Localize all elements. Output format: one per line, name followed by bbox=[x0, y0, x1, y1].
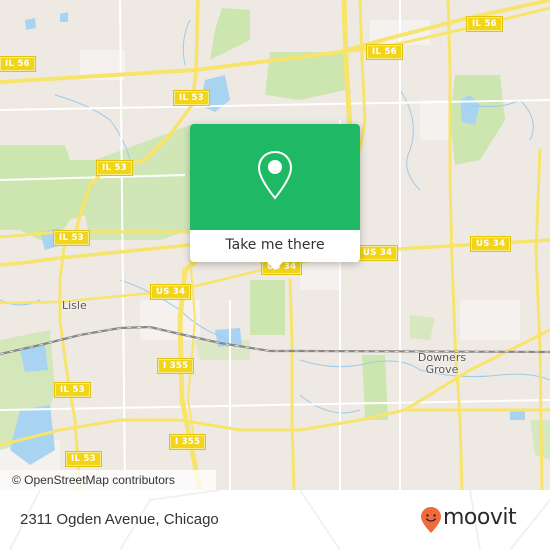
map-attribution[interactable]: © OpenStreetMap contributors bbox=[0, 470, 216, 490]
map-view[interactable]: IL 56 IL 56 IL 56 IL 53 IL 53 IL 53 IL 5… bbox=[0, 0, 550, 490]
location-popup: Take me there bbox=[190, 124, 360, 270]
route-shield: US 34 bbox=[151, 285, 191, 299]
route-shield: US 34 bbox=[358, 246, 398, 260]
address-text: 2311 Ogden Avenue, Chicago bbox=[20, 511, 219, 528]
place-label-downers-grove: Downers Grove bbox=[412, 352, 472, 376]
footer-bar: 2311 Ogden Avenue, Chicago moovit bbox=[0, 490, 550, 550]
route-shield: IL 56 bbox=[0, 57, 35, 71]
route-shield: IL 53 bbox=[55, 383, 90, 397]
route-shield: IL 56 bbox=[367, 45, 402, 59]
route-shield: IL 53 bbox=[54, 231, 89, 245]
route-shield: US 34 bbox=[471, 237, 511, 251]
route-shield: I 355 bbox=[158, 359, 194, 373]
moovit-pin-icon bbox=[421, 507, 441, 533]
route-shield: IL 53 bbox=[66, 452, 101, 466]
moovit-wordmark: moovit bbox=[443, 505, 517, 530]
route-shield: IL 53 bbox=[97, 161, 132, 175]
popup-pointer bbox=[266, 261, 284, 270]
route-shield: IL 53 bbox=[174, 91, 209, 105]
place-label-line: Grove bbox=[425, 363, 459, 376]
map-pin-icon bbox=[257, 150, 293, 200]
take-me-there-button[interactable]: Take me there bbox=[190, 230, 360, 262]
route-shield: IL 56 bbox=[467, 17, 502, 31]
route-shield: I 355 bbox=[170, 435, 206, 449]
place-label-lisle: Lisle bbox=[62, 299, 87, 312]
popup-header bbox=[190, 124, 360, 230]
